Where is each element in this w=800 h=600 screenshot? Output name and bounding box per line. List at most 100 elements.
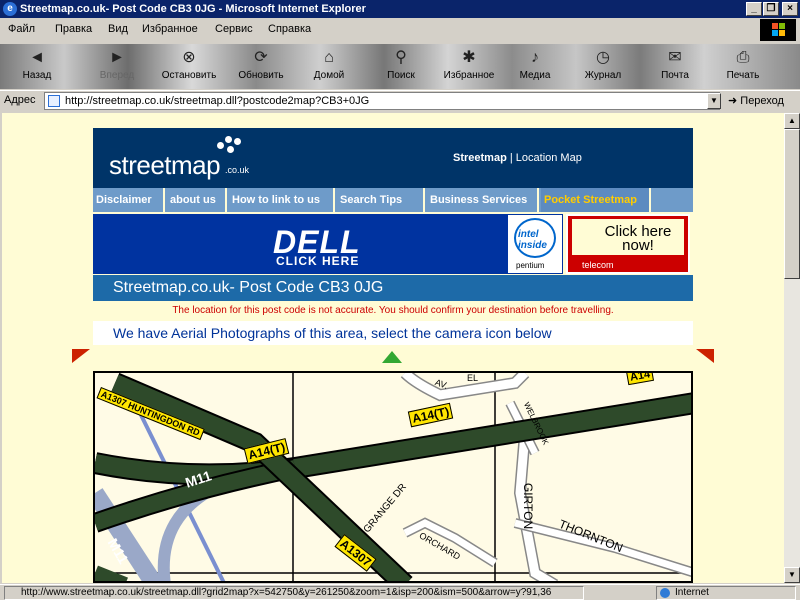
- map-label-girton: GIRTON: [521, 482, 536, 530]
- nav-about-us[interactable]: about us: [167, 188, 227, 212]
- click-here-now-text: Click here now!: [604, 223, 672, 254]
- media-icon: ♪: [531, 49, 539, 66]
- history-label: Журнал: [584, 70, 622, 81]
- logo-suffix: .co.uk: [225, 165, 250, 175]
- address-url: http://streetmap.co.uk/streetmap.dll?pos…: [65, 95, 370, 107]
- dell-ad-banner[interactable]: DELL CLICK HERE: [93, 214, 507, 274]
- pan-northeast-arrow-icon[interactable]: [696, 349, 714, 363]
- forward-button[interactable]: ► Вперед: [88, 46, 146, 86]
- print-label: Печать: [726, 70, 760, 81]
- search-label: Поиск: [387, 70, 415, 81]
- globe-icon: [660, 588, 670, 598]
- map-label-el: EL: [467, 373, 479, 383]
- header-links: Streetmap | Location Map: [453, 152, 582, 164]
- window-title: Streetmap.co.uk- Post Code CB3 0JG - Mic…: [20, 3, 366, 15]
- aerial-notice: We have Aerial Photographs of this area,…: [93, 321, 693, 345]
- windows-logo-icon: [760, 19, 796, 41]
- favorites-button[interactable]: ✱ Избранное: [440, 46, 498, 86]
- page-title: Streetmap.co.uk- Post Code CB3 0JG: [113, 279, 384, 296]
- dell-click-here: CLICK HERE: [276, 254, 360, 268]
- menu-help[interactable]: Справка: [268, 23, 311, 35]
- address-label: Адрес: [4, 94, 36, 106]
- history-button[interactable]: ◷ Журнал: [574, 46, 632, 86]
- street-map[interactable]: A1307 HUNTINGDON RD A14 A14(T) A14(T) M1…: [93, 371, 693, 583]
- stop-button[interactable]: ⊗ Остановить: [160, 46, 218, 86]
- refresh-button[interactable]: ⟳ Обновить: [232, 46, 290, 86]
- logo-paw-icon: [217, 134, 247, 154]
- site-nav: Disclaimer about us How to link to us Se…: [93, 188, 693, 212]
- refresh-label: Обновить: [238, 70, 284, 81]
- history-icon: ◷: [596, 49, 610, 66]
- stop-icon: ⊗: [182, 49, 196, 66]
- telecom-brand: telecom: [582, 260, 614, 270]
- status-bar: http://www.streetmap.co.uk/streetmap.dll…: [0, 584, 800, 600]
- intel-pentium: pentium: [516, 261, 545, 270]
- back-arrow-icon: ◄: [29, 49, 45, 66]
- click-here-box: Click here now!: [572, 219, 684, 255]
- page-content: streetmap .co.uk Streetmap | Location Ma…: [2, 113, 784, 583]
- aerial-text: We have Aerial Photographs of this area,…: [113, 325, 552, 341]
- mail-label: Почта: [661, 70, 689, 81]
- internet-explorer-icon: e: [3, 2, 17, 16]
- forward-label: Вперед: [99, 70, 135, 81]
- print-button[interactable]: ⎙ Печать: [714, 46, 772, 86]
- intel-text: intel inside: [518, 229, 547, 251]
- favorites-star-icon: ✱: [462, 49, 476, 66]
- nav-how-to-link[interactable]: How to link to us: [229, 188, 335, 212]
- home-button[interactable]: ⌂ Домой: [300, 46, 358, 86]
- site-header: streetmap .co.uk Streetmap | Location Ma…: [93, 128, 693, 188]
- toolbar: ◄ Назад ► Вперед ⊗ Остановить ⟳ Обновить…: [0, 44, 800, 89]
- logo-text: streetmap: [109, 150, 221, 180]
- search-button[interactable]: ⚲ Поиск: [372, 46, 430, 86]
- status-url: http://www.streetmap.co.uk/streetmap.dll…: [4, 586, 584, 600]
- forward-arrow-icon: ►: [109, 49, 125, 66]
- scroll-thumb[interactable]: [784, 129, 800, 279]
- stop-label: Остановить: [161, 70, 217, 81]
- minimize-button[interactable]: _: [746, 2, 762, 16]
- menu-favorites[interactable]: Избранное: [142, 23, 198, 35]
- media-label: Медиа: [519, 70, 551, 81]
- favorites-label: Избранное: [443, 70, 495, 81]
- nav-search-tips[interactable]: Search Tips: [337, 188, 425, 212]
- scroll-up-button[interactable]: ▲: [784, 113, 800, 129]
- header-link-location-map[interactable]: Location Map: [516, 152, 582, 164]
- page-title-bar: Streetmap.co.uk- Post Code CB3 0JG: [93, 275, 693, 301]
- menu-bar: Файл Правка Вид Избранное Сервис Справка: [0, 19, 800, 43]
- zone-label: Internet: [675, 587, 709, 598]
- window-title-bar: e Streetmap.co.uk- Post Code CB3 0JG - M…: [0, 0, 800, 18]
- status-url-text: http://www.streetmap.co.uk/streetmap.dll…: [21, 587, 552, 598]
- close-button[interactable]: ×: [782, 2, 798, 16]
- address-dropdown-button[interactable]: ▼: [707, 93, 721, 109]
- scroll-down-button[interactable]: ▼: [784, 567, 800, 583]
- telecom-ad[interactable]: Click here now! telecom: [566, 214, 690, 274]
- nav-disclaimer[interactable]: Disclaimer: [93, 188, 165, 212]
- pan-north-arrow-icon[interactable]: [382, 351, 402, 363]
- pan-northwest-arrow-icon[interactable]: [72, 349, 90, 363]
- maximize-button[interactable]: ❐: [763, 2, 779, 16]
- nav-business-services[interactable]: Business Services: [427, 188, 539, 212]
- menu-file[interactable]: Файл: [8, 23, 35, 35]
- menu-tools[interactable]: Сервис: [215, 23, 253, 35]
- nav-pocket-streetmap[interactable]: Pocket Streetmap: [541, 188, 651, 212]
- go-button[interactable]: ➜ Переход: [728, 94, 784, 107]
- intel-inside-badge[interactable]: intel inside pentium: [507, 214, 563, 274]
- security-zone: Internet: [656, 586, 796, 600]
- map-m11-road: [95, 565, 128, 581]
- refresh-icon: ⟳: [254, 49, 268, 66]
- address-bar: Адрес http://streetmap.co.uk/streetmap.d…: [0, 90, 800, 111]
- address-input[interactable]: http://streetmap.co.uk/streetmap.dll?pos…: [44, 92, 720, 110]
- streetmap-logo[interactable]: streetmap: [109, 136, 241, 181]
- media-button[interactable]: ♪ Медиа: [506, 46, 564, 86]
- vertical-scrollbar[interactable]: ▲ ▼: [784, 113, 800, 583]
- menu-edit[interactable]: Правка: [55, 23, 92, 35]
- home-label: Домой: [313, 70, 345, 81]
- menu-view[interactable]: Вид: [108, 23, 128, 35]
- mail-icon: ✉: [668, 49, 682, 66]
- back-label: Назад: [22, 70, 52, 81]
- go-label: Переход: [740, 95, 784, 107]
- header-link-streetmap[interactable]: Streetmap: [453, 152, 507, 164]
- print-icon: ⎙: [736, 49, 750, 66]
- back-button[interactable]: ◄ Назад: [8, 46, 66, 86]
- mail-button[interactable]: ✉ Почта: [646, 46, 704, 86]
- home-icon: ⌂: [324, 49, 334, 66]
